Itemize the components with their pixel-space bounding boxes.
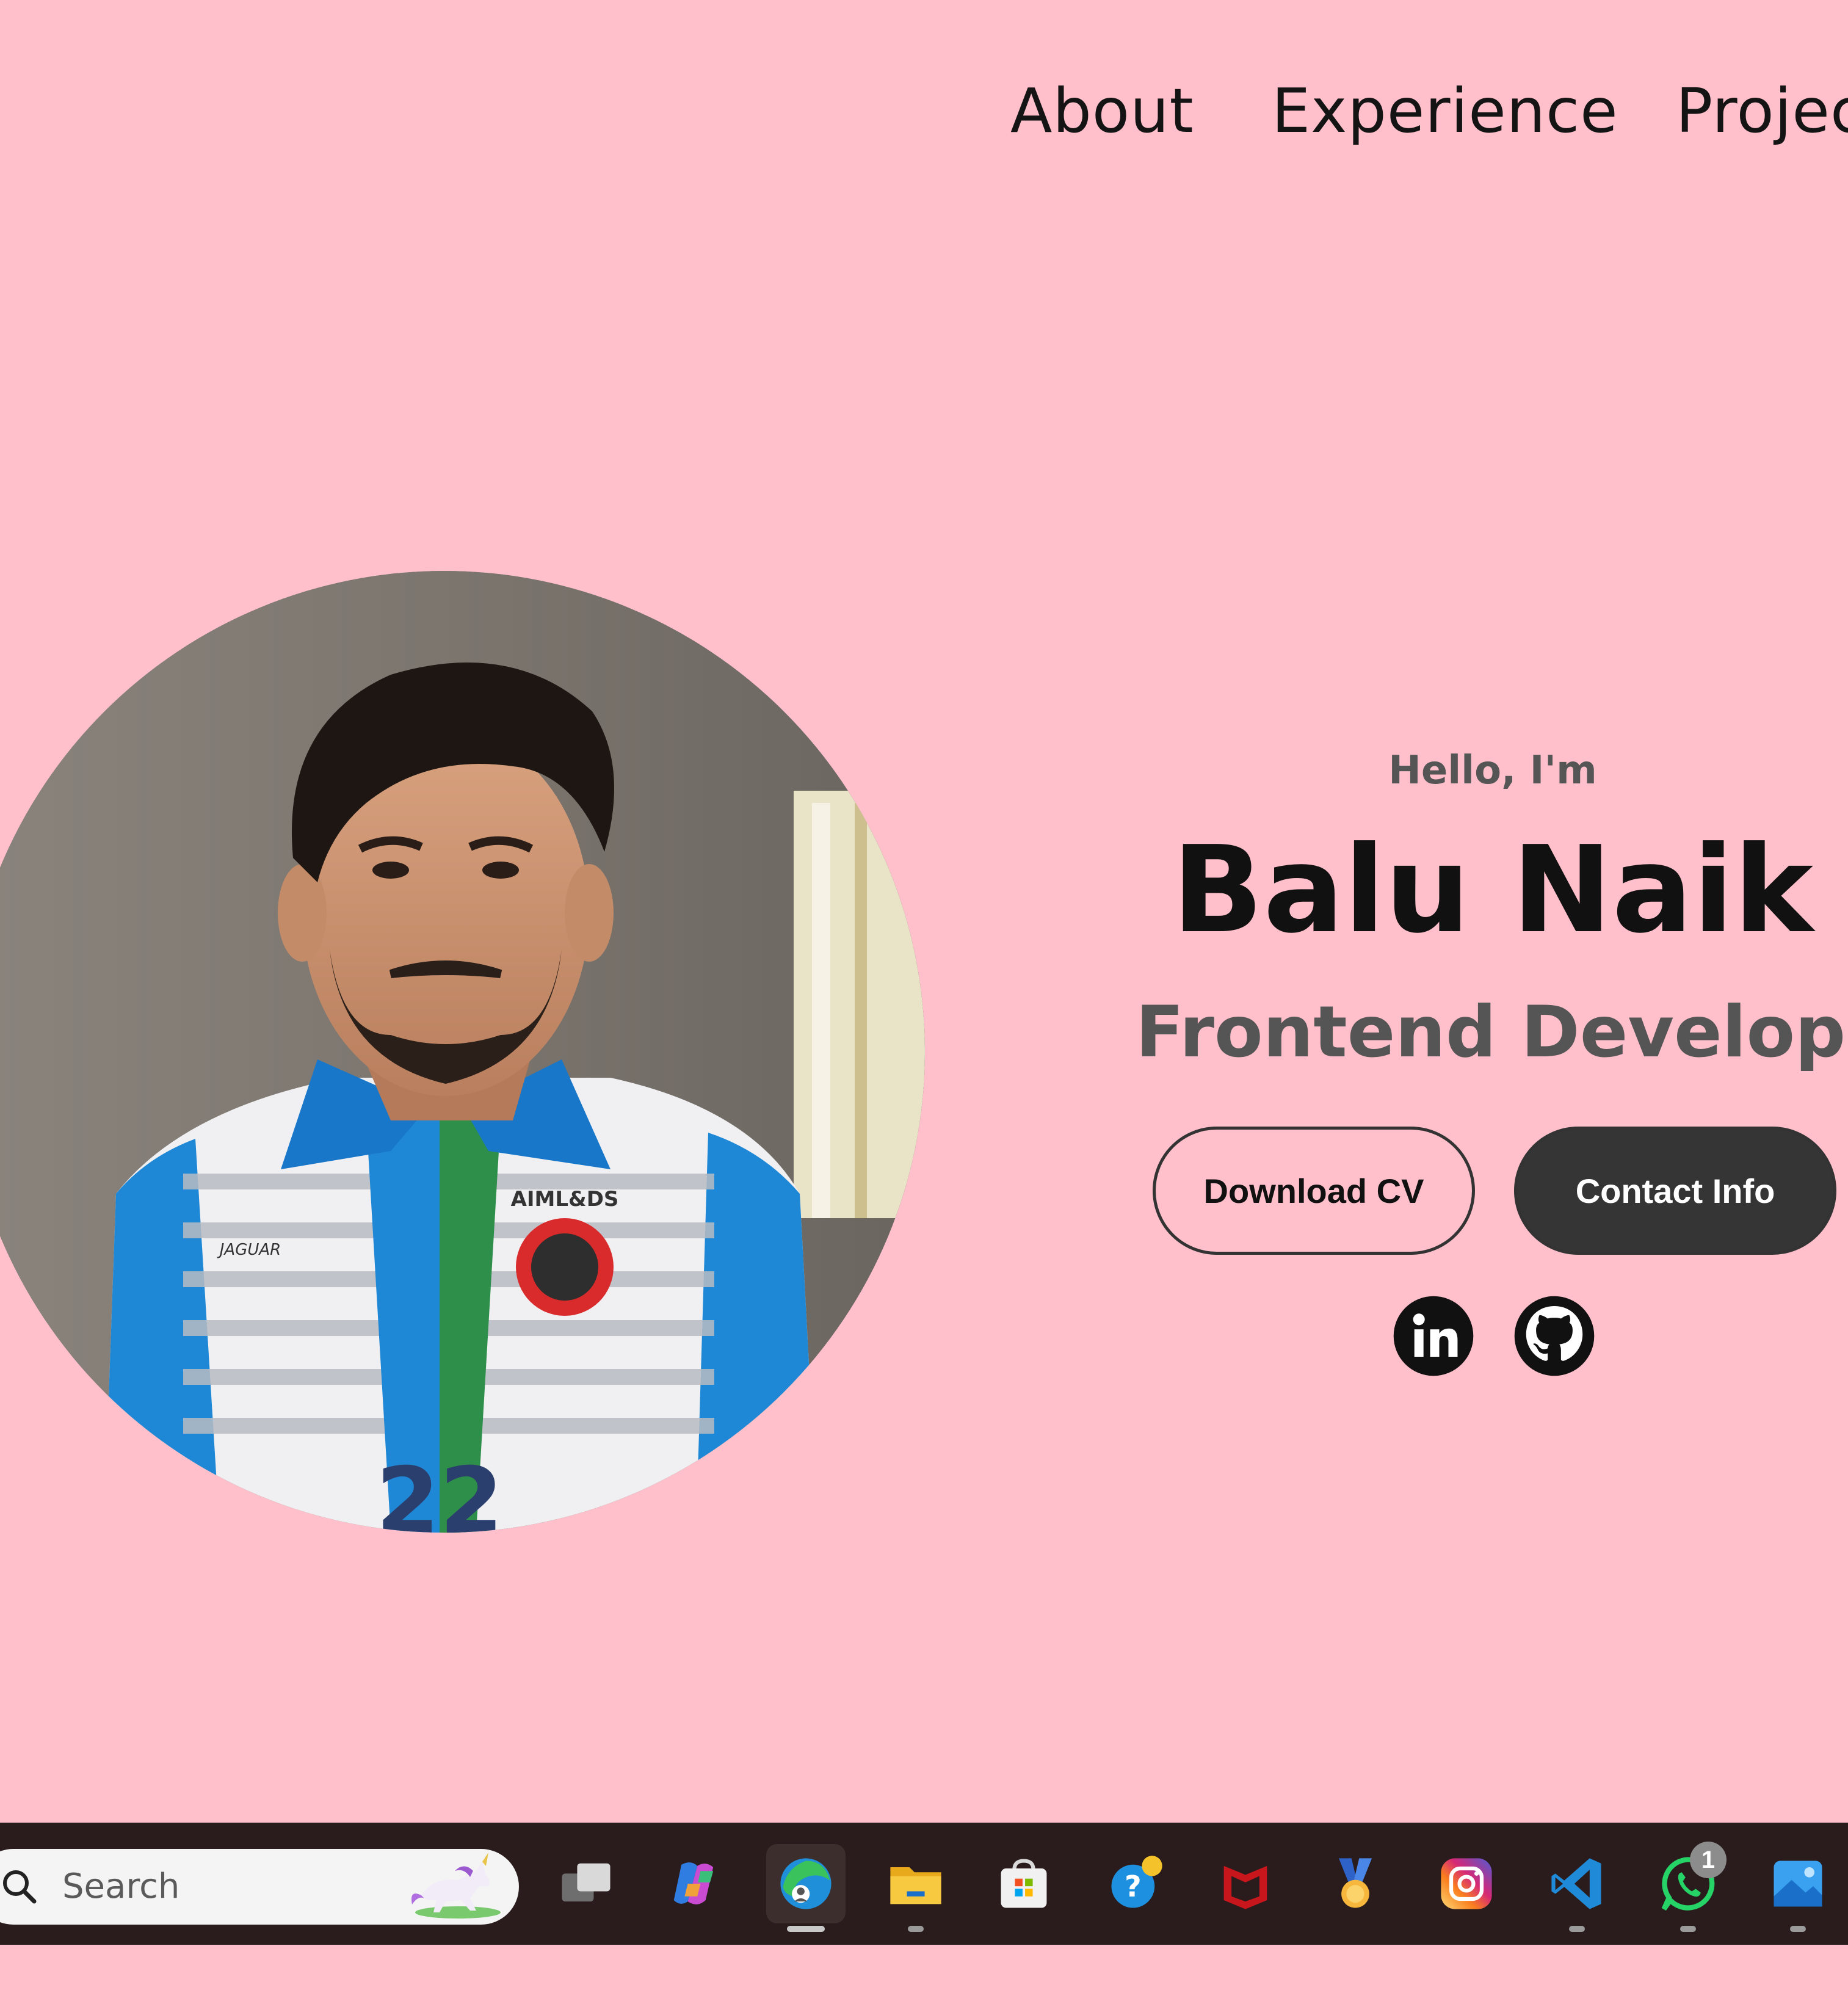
- unicorn-icon: [411, 1853, 501, 1919]
- greeting-text: Hello, I'm: [1388, 748, 1597, 793]
- windows-taskbar: Search ? 1: [0, 1823, 1848, 1945]
- running-indicator: [1790, 1926, 1806, 1932]
- jersey-logo-text: AIML&DS: [511, 1187, 619, 1211]
- portfolio-page: About Experience Projec AIML&DS JAGUAR 2…: [0, 0, 1848, 1993]
- edge-browser-icon[interactable]: [766, 1844, 846, 1932]
- running-indicator: [1680, 1926, 1696, 1932]
- instagram-icon[interactable]: [1427, 1844, 1506, 1923]
- profile-photo: AIML&DS JAGUAR 22: [0, 571, 925, 1533]
- nav-experience-link[interactable]: Experience: [1272, 81, 1618, 142]
- jersey-brand-text: JAGUAR: [217, 1241, 281, 1259]
- microsoft-store-icon[interactable]: [984, 1844, 1064, 1923]
- task-view-icon[interactable]: [546, 1844, 626, 1923]
- running-indicator: [1569, 1926, 1585, 1932]
- whatsapp-icon[interactable]: 1: [1648, 1842, 1728, 1932]
- mcafee-icon[interactable]: [1206, 1844, 1285, 1923]
- taskbar-search-box[interactable]: Search: [0, 1849, 519, 1925]
- job-title: Frontend Developer: [1136, 991, 1848, 1073]
- get-help-icon[interactable]: ?: [1096, 1844, 1175, 1923]
- search-placeholder: Search: [62, 1867, 180, 1906]
- nav-projects-link[interactable]: Projec: [1676, 81, 1848, 142]
- name-heading: Balu Naik: [1172, 821, 1814, 960]
- jersey-number-text: 22: [376, 1448, 504, 1533]
- running-indicator: [908, 1926, 924, 1932]
- download-cv-button[interactable]: Download CV: [1153, 1127, 1475, 1255]
- notification-badge: 1: [1690, 1842, 1727, 1878]
- vscode-icon[interactable]: [1537, 1844, 1617, 1932]
- file-explorer-icon[interactable]: [876, 1844, 955, 1932]
- linkedin-icon[interactable]: [1392, 1294, 1475, 1378]
- svg-text:?: ?: [1125, 1870, 1142, 1904]
- nav-about-link[interactable]: About: [1010, 81, 1194, 142]
- contact-info-button[interactable]: Contact Info: [1514, 1127, 1836, 1255]
- active-indicator: [787, 1926, 825, 1932]
- search-icon: [3, 1870, 37, 1904]
- medal-icon[interactable]: [1316, 1844, 1395, 1923]
- copilot-icon[interactable]: [654, 1844, 734, 1923]
- github-icon[interactable]: [1513, 1294, 1596, 1378]
- photos-icon[interactable]: [1758, 1844, 1838, 1932]
